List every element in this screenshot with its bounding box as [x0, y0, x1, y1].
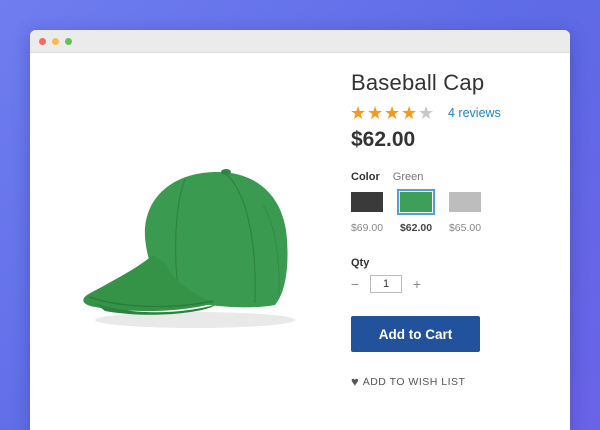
- baseball-cap-image: [83, 169, 295, 328]
- minimize-window-icon[interactable]: [52, 37, 59, 45]
- swatch-price: $69.00: [350, 222, 384, 234]
- add-to-cart-button[interactable]: Add to Cart: [351, 316, 480, 352]
- swatch-black[interactable]: [351, 192, 383, 212]
- color-selector-label: Color Green: [351, 171, 423, 183]
- selected-color-value: Green: [392, 171, 424, 183]
- qty-label: Qty: [351, 257, 370, 269]
- wish-list-label: ADD TO WISH LIST: [362, 375, 466, 388]
- swatch-option-black: $69.00: [350, 192, 384, 234]
- window-titlebar: [30, 30, 570, 53]
- product-title: Baseball Cap: [351, 70, 485, 95]
- star-rating: ★ ★ ★ ★ ★ 4 reviews: [350, 104, 501, 122]
- star-empty-icon: ★: [418, 103, 435, 123]
- product-price: $62.00: [351, 128, 416, 151]
- reviews-link[interactable]: 4 reviews: [448, 106, 501, 120]
- swatch-gray[interactable]: [449, 192, 481, 212]
- qty-increase-button[interactable]: +: [412, 276, 422, 292]
- qty-input[interactable]: [370, 275, 402, 293]
- swatch-price: $65.00: [448, 222, 482, 234]
- star-filled-icon: ★: [350, 103, 367, 123]
- star-filled-icon: ★: [401, 103, 418, 123]
- quantity-stepper: − +: [350, 275, 422, 293]
- heart-icon: ♥: [351, 374, 359, 389]
- browser-window: Baseball Cap ★ ★ ★ ★ ★ 4 reviews $62.00 …: [30, 30, 570, 430]
- swatch-option-green: $62.00: [397, 189, 435, 234]
- maximize-window-icon[interactable]: [65, 37, 72, 45]
- star-filled-icon: ★: [367, 103, 384, 123]
- star-filled-icon: ★: [384, 103, 401, 123]
- color-label: Color: [351, 171, 380, 183]
- color-swatches: $69.00 $62.00 $65.00: [350, 189, 482, 234]
- swatch-green[interactable]: [397, 189, 435, 215]
- qty-decrease-button[interactable]: −: [350, 276, 360, 292]
- swatch-price: $62.00: [399, 222, 433, 234]
- swatch-option-gray: $65.00: [448, 192, 482, 234]
- add-to-wish-list-link[interactable]: ♥ ADD TO WISH LIST: [351, 375, 465, 388]
- close-window-icon[interactable]: [39, 37, 46, 45]
